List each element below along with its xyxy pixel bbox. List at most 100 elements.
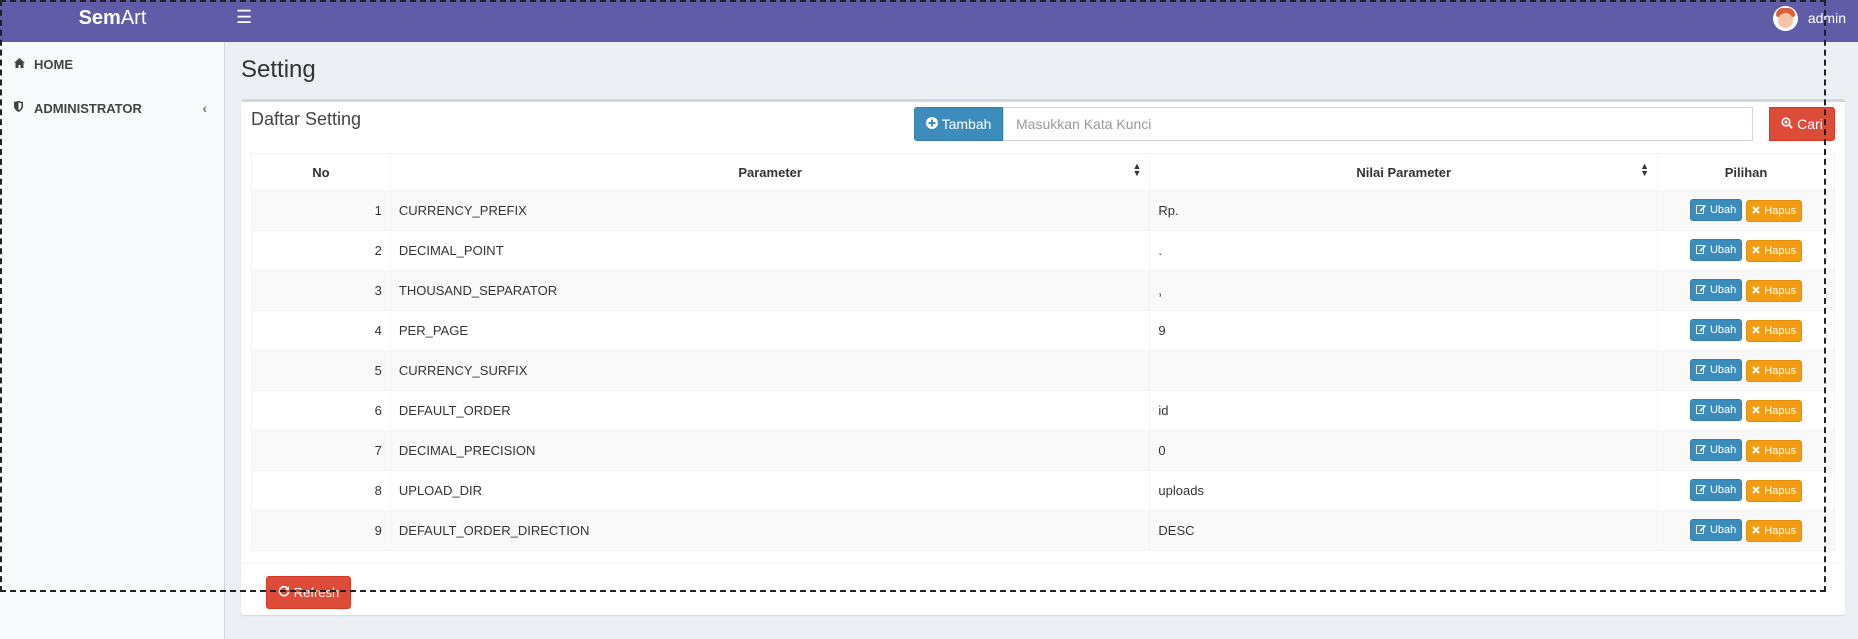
- edit-icon: [1695, 404, 1706, 417]
- column-header-pilihan: Pilihan: [1657, 153, 1835, 191]
- box-footer: Refresh: [241, 563, 1845, 615]
- add-button[interactable]: Tambah: [914, 107, 1003, 141]
- delete-button[interactable]: Hapus: [1746, 279, 1803, 302]
- edit-button-label: Ubah: [1709, 524, 1737, 537]
- cell-no: 2: [251, 230, 391, 271]
- column-header-nilai[interactable]: Nilai Parameter ▲ ▼: [1149, 153, 1659, 191]
- cell-parameter: UPLOAD_DIR: [389, 470, 1151, 511]
- edit-button[interactable]: Ubah: [1689, 479, 1743, 502]
- cell-parameter: DECIMAL_PRECISION: [389, 430, 1151, 471]
- delete-button-label: Hapus: [1764, 244, 1797, 257]
- cell-nilai: 0: [1149, 430, 1659, 471]
- edit-button[interactable]: Ubah: [1689, 279, 1743, 302]
- delete-button[interactable]: Hapus: [1746, 439, 1803, 462]
- edit-icon: [1695, 484, 1706, 497]
- cell-actions: Ubah Hapus: [1657, 190, 1835, 231]
- close-icon: [1752, 245, 1760, 257]
- cell-parameter: CURRENCY_PREFIX: [389, 190, 1151, 231]
- delete-button-label: Hapus: [1764, 324, 1797, 337]
- cell-no: 6: [251, 390, 391, 431]
- edit-button[interactable]: Ubah: [1689, 239, 1743, 262]
- cell-no: 9: [251, 510, 391, 551]
- search-button[interactable]: Cari: [1769, 107, 1835, 141]
- edit-button[interactable]: Ubah: [1689, 439, 1743, 462]
- edit-icon: [1695, 364, 1706, 377]
- bars-icon[interactable]: ☰: [236, 6, 258, 28]
- cell-actions: Ubah Hapus: [1657, 430, 1835, 471]
- cell-nilai: [1149, 350, 1659, 391]
- close-icon: [1752, 285, 1760, 297]
- sort-icon[interactable]: ▲ ▼: [1133, 162, 1142, 178]
- edit-icon: [1695, 524, 1706, 537]
- delete-button[interactable]: Hapus: [1746, 519, 1803, 542]
- cell-nilai: ,: [1149, 270, 1659, 311]
- add-button-label: Tambah: [941, 116, 992, 132]
- delete-button[interactable]: Hapus: [1746, 199, 1803, 222]
- brand-logo[interactable]: SemArt: [0, 0, 225, 42]
- table-row: 1 CURRENCY_PREFIX Rp. Ubah Hapus: [251, 190, 1835, 231]
- user-menu[interactable]: admin: [1772, 5, 1846, 31]
- search-plus-icon: [1781, 116, 1793, 132]
- home-icon: [14, 57, 26, 71]
- edit-button-label: Ubah: [1709, 444, 1737, 457]
- cell-parameter: DECIMAL_POINT: [389, 230, 1151, 271]
- table-row: 2 DECIMAL_POINT. Ubah Hapus: [251, 230, 1835, 271]
- edit-button-label: Ubah: [1709, 244, 1737, 257]
- cell-parameter: PER_PAGE: [389, 310, 1151, 351]
- refresh-button[interactable]: Refresh: [266, 576, 351, 609]
- edit-button[interactable]: Ubah: [1689, 199, 1743, 222]
- sort-icon[interactable]: ▲ ▼: [1640, 162, 1649, 178]
- cell-actions: Ubah Hapus: [1657, 470, 1835, 511]
- plus-circle-icon: [925, 116, 938, 132]
- delete-button-label: Hapus: [1764, 284, 1797, 297]
- cell-no: 8: [251, 470, 391, 511]
- cell-actions: Ubah Hapus: [1657, 350, 1835, 391]
- search-input[interactable]: [1003, 107, 1753, 141]
- cell-parameter: CURRENCY_SURFIX: [389, 350, 1151, 391]
- edit-button-label: Ubah: [1709, 484, 1737, 497]
- edit-button[interactable]: Ubah: [1689, 319, 1743, 342]
- close-icon: [1752, 525, 1760, 537]
- content-area: Setting Daftar Setting Tambah Cari No: [226, 42, 1858, 639]
- edit-icon: [1695, 324, 1706, 337]
- edit-button[interactable]: Ubah: [1689, 359, 1743, 382]
- sidebar-item-label: HOME: [34, 56, 73, 72]
- sidebar-item-administrator[interactable]: ADMINISTRATOR ‹: [0, 86, 225, 130]
- table-row: 3 THOUSAND_SEPARATOR, Ubah Hapus: [251, 270, 1835, 311]
- table-row: 5 CURRENCY_SURFIX Ubah Hapus: [251, 350, 1835, 391]
- delete-button-label: Hapus: [1764, 364, 1797, 377]
- cell-nilai: 9: [1149, 310, 1659, 351]
- username: admin: [1807, 10, 1846, 26]
- settings-table: No Parameter ▲ ▼ Nilai Parameter ▲ ▼ Pilih…: [251, 153, 1835, 551]
- cell-actions: Ubah Hapus: [1657, 310, 1835, 351]
- column-header-parameter[interactable]: Parameter ▲ ▼: [389, 153, 1151, 191]
- edit-icon: [1695, 444, 1706, 457]
- table-row: 9 DEFAULT_ORDER_DIRECTION DESC Ubah Hapus: [251, 510, 1835, 551]
- cell-nilai: id: [1149, 390, 1659, 431]
- delete-button[interactable]: Hapus: [1746, 399, 1803, 422]
- delete-button[interactable]: Hapus: [1746, 359, 1803, 382]
- delete-button[interactable]: Hapus: [1746, 239, 1803, 262]
- edit-button[interactable]: Ubah: [1689, 399, 1743, 422]
- cell-actions: Ubah Hapus: [1657, 270, 1835, 311]
- delete-button-label: Hapus: [1764, 524, 1797, 537]
- cell-actions: Ubah Hapus: [1657, 230, 1835, 271]
- edit-icon: [1695, 284, 1706, 297]
- cell-no: 4: [251, 310, 391, 351]
- delete-button[interactable]: Hapus: [1746, 479, 1803, 502]
- sidebar-item-home[interactable]: HOME: [0, 42, 225, 86]
- edit-icon: [1695, 204, 1706, 217]
- edit-button[interactable]: Ubah: [1689, 519, 1743, 542]
- close-icon: [1752, 205, 1760, 217]
- edit-icon: [1695, 244, 1706, 257]
- edit-button-label: Ubah: [1709, 324, 1737, 337]
- top-navbar: SemArt ☰ admin: [0, 0, 1858, 42]
- edit-button-label: Ubah: [1709, 404, 1737, 417]
- edit-button-label: Ubah: [1709, 204, 1737, 217]
- delete-button-label: Hapus: [1764, 404, 1797, 417]
- avatar: [1772, 5, 1798, 31]
- settings-box: Daftar Setting Tambah Cari No Paramete: [241, 99, 1845, 615]
- delete-button[interactable]: Hapus: [1746, 319, 1803, 342]
- box-title: Daftar Setting: [251, 109, 362, 129]
- close-icon: [1752, 365, 1760, 377]
